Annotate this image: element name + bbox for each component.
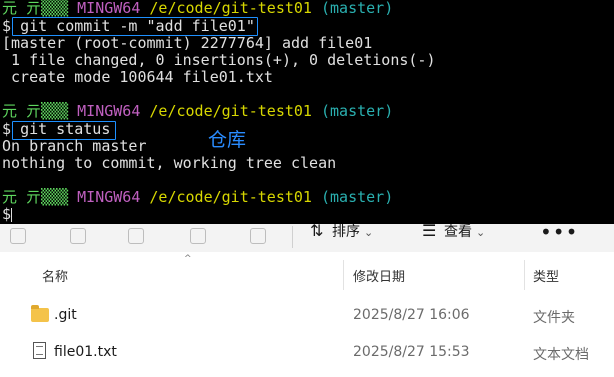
folder-icon [31, 305, 49, 322]
chevron-down-icon: ⌄ [364, 226, 374, 239]
output-line: nothing to commit, working tree clean [2, 154, 337, 172]
copy-icon[interactable] [10, 228, 26, 244]
paste-icon[interactable] [70, 228, 86, 244]
more-options-button[interactable]: ••• [540, 224, 578, 242]
output-line: On branch master [2, 137, 147, 155]
view-icon: ☰ [422, 224, 437, 240]
output-line: [master (root-commit) 2277764] add file0… [2, 34, 373, 52]
text-cursor [11, 207, 13, 222]
sort-ascending-icon: ^ [184, 254, 192, 264]
sort-icon: ⇅ [310, 224, 324, 240]
file-type: 文本文档 [533, 347, 589, 363]
annotation-label: 仓库 [208, 129, 247, 151]
file-name: file01.txt [54, 344, 117, 360]
output-line: 1 file changed, 0 insertions(+), 0 delet… [2, 51, 436, 69]
rename-icon[interactable] [128, 228, 144, 244]
file-name: .git [54, 307, 77, 323]
file-list: ^ 名称 修改日期 类型 .git 2025/8/27 16:06 文件夹 fi… [0, 252, 614, 377]
column-header-type[interactable]: 类型 [533, 266, 559, 285]
view-button[interactable]: ☰ 查看 ⌄ [422, 224, 485, 250]
delete-icon[interactable] [250, 228, 266, 244]
command-line[interactable]: $ [2, 206, 13, 223]
share-icon[interactable] [190, 228, 206, 244]
output-line: create mode 100644 file01.txt [2, 68, 273, 86]
toolbar-divider [292, 226, 293, 248]
file-row[interactable]: .git 2025/8/27 16:06 文件夹 [0, 299, 614, 331]
file-modified: 2025/8/27 16:06 [353, 307, 470, 323]
prompt-line: 元 亓▒▒▒ MINGW64 /e/code/git-test01 (maste… [2, 0, 394, 17]
chevron-down-icon: ⌄ [476, 226, 486, 239]
file-row[interactable]: file01.txt 2025/8/27 15:53 文本文档 [0, 336, 614, 368]
column-divider[interactable] [343, 260, 344, 290]
prompt-line: 元 亓▒▒▒ MINGW64 /e/code/git-test01 (maste… [2, 102, 394, 120]
file-type: 文件夹 [533, 310, 575, 326]
explorer-toolbar: ⇅ 排序 ⌄ ☰ 查看 ⌄ ••• [0, 224, 614, 252]
git-bash-terminal[interactable]: 元 亓▒▒▒ MINGW64 /e/code/git-test01 (maste… [0, 0, 614, 224]
file-modified: 2025/8/27 15:53 [353, 344, 470, 360]
column-header-modified[interactable]: 修改日期 [353, 266, 405, 285]
text-file-icon [33, 342, 46, 359]
prompt-line: 元 亓▒▒▒ MINGW64 /e/code/git-test01 (maste… [2, 188, 394, 206]
column-header-name[interactable]: 名称 [42, 266, 68, 285]
column-divider[interactable] [524, 260, 525, 290]
sort-button[interactable]: ⇅ 排序 ⌄ [310, 224, 373, 250]
